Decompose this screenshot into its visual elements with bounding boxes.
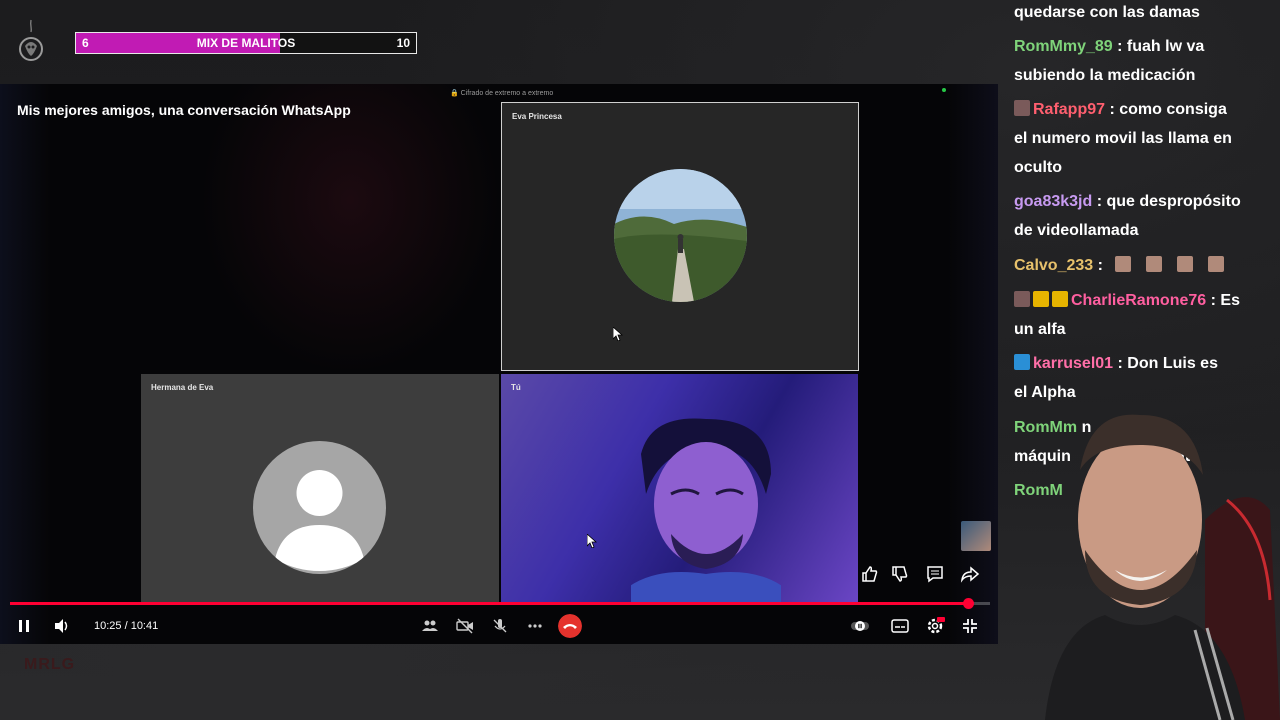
user-badge-icon bbox=[1014, 354, 1030, 370]
chat-username[interactable]: Calvo_233 bbox=[1014, 257, 1093, 274]
chat-username[interactable]: CharlieRamone76 bbox=[1071, 292, 1206, 309]
channel-avatar[interactable] bbox=[961, 521, 991, 551]
participant-tile-self[interactable]: Tú bbox=[501, 374, 858, 604]
progress-bar[interactable] bbox=[10, 598, 990, 609]
chat-username[interactable]: RomMmy_89 bbox=[1014, 38, 1113, 55]
chat-text: : como consiga bbox=[1109, 101, 1227, 118]
chat-message: el numero movil las llama en bbox=[1014, 124, 1280, 153]
autoplay-toggle-icon[interactable] bbox=[850, 616, 870, 636]
chat-message: goa83k3jd : que despropósito bbox=[1014, 187, 1280, 216]
chat-emote-icon bbox=[1114, 256, 1131, 272]
player-edge-right bbox=[948, 84, 998, 644]
chat-message: un alfa bbox=[1014, 315, 1280, 344]
participant-name: Tú bbox=[511, 383, 521, 392]
chat-emote-icon bbox=[1207, 256, 1224, 272]
eva-profile-photo bbox=[614, 169, 747, 302]
streamer-webcam bbox=[1045, 414, 1280, 720]
encryption-label: 🔒 Cifrado de extremo a extremo bbox=[450, 90, 554, 97]
end-call-icon[interactable] bbox=[558, 614, 582, 638]
participants-icon[interactable] bbox=[420, 616, 440, 636]
subtitles-icon[interactable] bbox=[890, 616, 910, 636]
chat-message: Rafapp97 : como consiga bbox=[1014, 95, 1280, 124]
chat-username[interactable]: karrusel01 bbox=[1033, 355, 1113, 372]
chat-text: subiendo la medicación bbox=[1014, 67, 1196, 84]
chat-text: : fuah lw va bbox=[1117, 38, 1205, 55]
participant-name: Eva Princesa bbox=[512, 112, 562, 121]
chat-text: oculto bbox=[1014, 159, 1062, 176]
chat-text: el numero movil las llama en bbox=[1014, 130, 1232, 147]
chat-emote-icon bbox=[1176, 256, 1193, 272]
participant-name: Hermana de Eva bbox=[151, 383, 214, 392]
chat-text: : bbox=[1097, 257, 1103, 274]
player-edge-left bbox=[0, 84, 50, 644]
participant-tile-hermana[interactable]: Hermana de Eva bbox=[141, 374, 499, 604]
user-badge-icon bbox=[1014, 291, 1030, 307]
background-shade bbox=[200, 84, 500, 374]
participant-tile-eva[interactable]: Eva Princesa bbox=[501, 102, 859, 371]
video-title[interactable]: Mis mejores amigos, una conversación Wha… bbox=[17, 102, 351, 118]
video-player[interactable]: Mis mejores amigos, una conversación Wha… bbox=[0, 84, 998, 644]
mic-muted-icon[interactable] bbox=[490, 616, 510, 636]
more-icon[interactable] bbox=[525, 616, 545, 636]
dislike-icon[interactable] bbox=[890, 564, 910, 584]
stream-logo-icon bbox=[19, 19, 43, 61]
default-avatar-icon bbox=[253, 441, 386, 574]
chat-message: de videollamada bbox=[1014, 216, 1280, 245]
chat-text: : que despropósito bbox=[1096, 193, 1241, 210]
chat-text: : Es bbox=[1210, 292, 1240, 309]
chat-text: un alfa bbox=[1014, 321, 1066, 338]
chat-message: RomMmy_89 : fuah lw va bbox=[1014, 32, 1280, 61]
chat-message: CharlieRamone76 : Es bbox=[1014, 286, 1280, 315]
user-badge-icon bbox=[1014, 100, 1030, 116]
like-icon[interactable] bbox=[860, 564, 880, 584]
chat-text: : Don Luis es bbox=[1117, 355, 1218, 372]
progress-bar-fill bbox=[10, 602, 969, 605]
chat-message: quedarse con las damas bbox=[1014, 0, 1280, 27]
comment-icon[interactable] bbox=[925, 564, 945, 584]
chat-text: quedarse con las damas bbox=[1014, 4, 1200, 21]
pause-icon[interactable] bbox=[14, 616, 34, 636]
stream-watermark: MRLG bbox=[24, 656, 76, 673]
chat-text: de videollamada bbox=[1014, 222, 1139, 239]
mouse-cursor-icon bbox=[587, 534, 597, 548]
mouse-cursor-icon bbox=[613, 327, 623, 341]
chat-message: subiendo la medicación bbox=[1014, 61, 1280, 90]
chat-emote-icon bbox=[1145, 256, 1162, 272]
score-title: MIX DE MALITOS bbox=[196, 36, 296, 50]
badge-icon bbox=[1052, 291, 1068, 307]
score-bar: 6 MIX DE MALITOS 10 bbox=[75, 32, 417, 54]
time-display: 10:25 / 10:41 bbox=[94, 620, 159, 632]
self-video-feed bbox=[631, 418, 781, 604]
volume-icon[interactable] bbox=[52, 616, 72, 636]
camera-off-icon[interactable] bbox=[455, 616, 475, 636]
online-indicator bbox=[942, 88, 946, 92]
chat-username[interactable]: goa83k3jd bbox=[1014, 193, 1092, 210]
chat-message: Calvo_233 : bbox=[1014, 251, 1280, 280]
chat-message: oculto bbox=[1014, 153, 1280, 182]
score-right: 10 bbox=[396, 36, 410, 50]
badge-icon bbox=[1033, 291, 1049, 307]
chat-text: el Alpha bbox=[1014, 384, 1076, 401]
settings-icon[interactable] bbox=[925, 616, 945, 636]
exit-fullscreen-icon[interactable] bbox=[960, 616, 980, 636]
share-icon[interactable] bbox=[960, 564, 980, 584]
chat-message: karrusel01 : Don Luis es bbox=[1014, 349, 1280, 378]
chat-username[interactable]: Rafapp97 bbox=[1033, 101, 1105, 118]
